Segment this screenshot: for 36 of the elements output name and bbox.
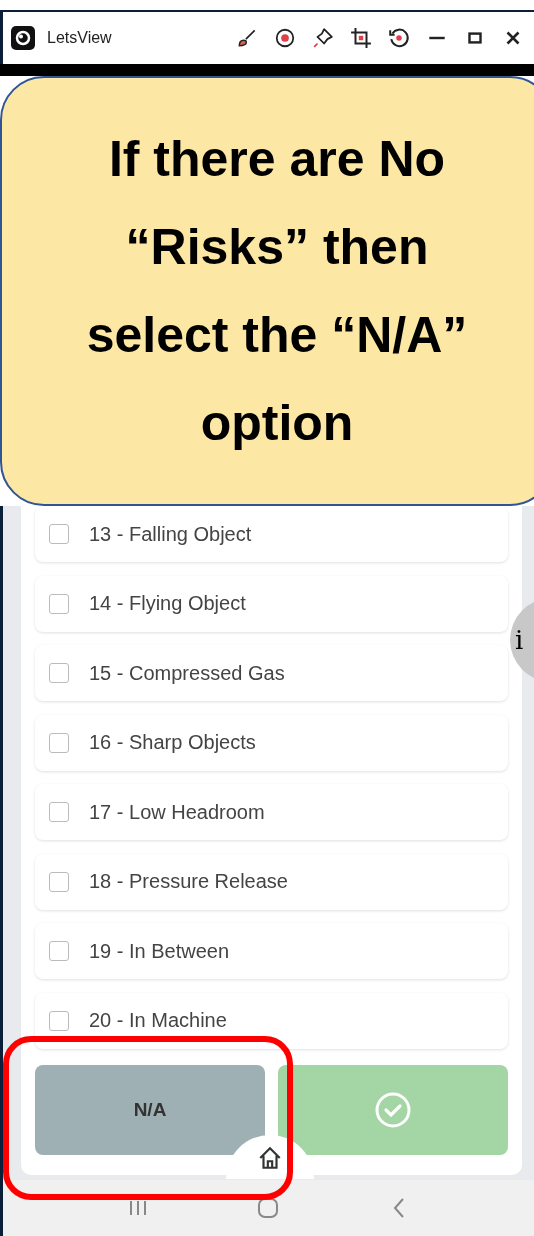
hazard-option[interactable]: 14 - Flying Object [35,575,508,632]
option-label: 17 - Low Headroom [89,800,265,824]
home-icon [257,1145,283,1171]
option-label: 16 - Sharp Objects [89,731,256,754]
brush-icon[interactable] [236,27,258,49]
crop-icon[interactable] [350,27,372,49]
hazard-option[interactable]: 15 - Compressed Gas [35,645,508,701]
hazard-option[interactable]: 20 - In Machine [35,992,508,1049]
checkbox[interactable] [49,663,69,683]
callout-note: If there are No “Risks” then select the “N/A” option [0,76,534,506]
checkbox[interactable] [49,941,69,961]
checkbox[interactable] [49,802,69,822]
option-label: 18 - Pressure Release [89,870,288,893]
checkbox[interactable] [49,1010,69,1031]
hazard-option[interactable]: 13 - Falling Object [35,506,508,562]
option-label: 14 - Flying Object [89,592,246,615]
na-button[interactable]: N/A [35,1064,265,1155]
rotate-icon[interactable] [388,27,410,49]
option-label: 13 - Falling Object [89,522,252,546]
hazard-option[interactable]: 16 - Sharp Objects [35,714,508,771]
record-icon[interactable] [274,27,296,49]
checkbox[interactable] [49,871,69,892]
app-logo-icon [11,26,35,50]
checkbox[interactable] [49,524,69,544]
option-label: 19 - In Between [89,939,230,963]
confirm-button[interactable] [278,1064,508,1155]
home-nav-icon[interactable] [257,1197,280,1219]
option-label: 15 - Compressed Gas [89,661,285,685]
pin-icon[interactable] [312,27,334,49]
hazard-option[interactable]: 17 - Low Headroom [35,784,508,840]
window-title: LetsView [47,29,112,47]
checkbox[interactable] [49,732,69,753]
hazard-option[interactable]: 18 - Pressure Release [35,853,508,910]
checkbox[interactable] [49,593,69,614]
hazard-option[interactable]: 19 - In Between [35,923,508,979]
option-label: 20 - In Machine [89,1009,227,1032]
